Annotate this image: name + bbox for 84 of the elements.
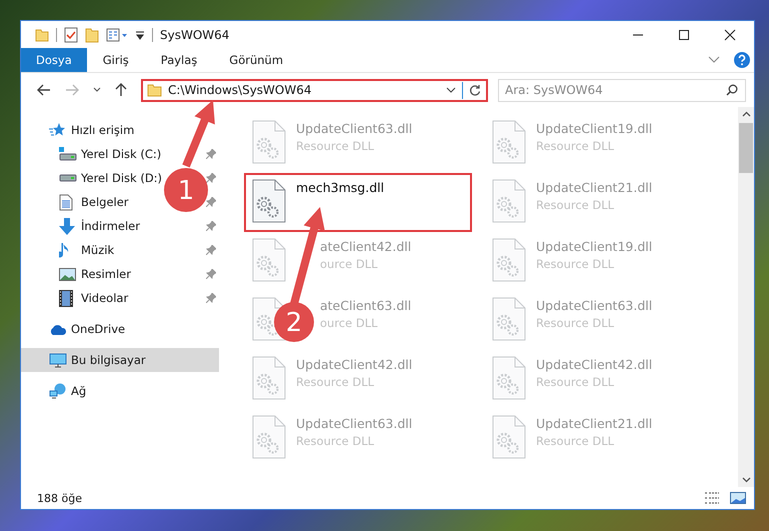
close-icon[interactable] — [724, 28, 736, 40]
file-type: Resource DLL — [536, 316, 616, 330]
monitor-icon — [49, 352, 67, 368]
pin-icon[interactable] — [206, 269, 216, 279]
scroll-up-caret-icon[interactable] — [742, 111, 750, 117]
file-type: Resource DLL — [296, 375, 376, 389]
recent-locations-caret-icon[interactable] — [93, 87, 101, 93]
ribbon-tab[interactable]: Görünüm — [213, 48, 300, 72]
dll-file-gears-icon — [252, 179, 286, 223]
folder-icon — [147, 84, 162, 96]
pin-icon[interactable] — [206, 293, 216, 303]
dll-file-gears-icon — [492, 297, 526, 341]
up-arrow-icon[interactable] — [115, 83, 127, 97]
file-item[interactable]: mech3msg.dll — [244, 173, 472, 232]
back-arrow-icon[interactable] — [37, 84, 51, 96]
dll-file-gears-icon — [252, 415, 286, 459]
dll-file-gears-icon — [252, 356, 286, 400]
dll-file-gears-icon — [492, 415, 526, 459]
ribbon-tab[interactable]: Giriş — [86, 48, 145, 72]
address-bar[interactable]: C:\Windows\SysWOW64 — [141, 78, 488, 102]
dll-file-gears-icon — [252, 120, 286, 164]
search-icon — [726, 84, 738, 96]
file-type: Resource DLL — [536, 198, 616, 212]
nav-item[interactable]: Resimler — [59, 262, 135, 286]
properties-dropdown-icon[interactable] — [106, 28, 128, 42]
music-note-icon — [59, 242, 71, 258]
pin-icon[interactable] — [206, 173, 216, 183]
callout-number: 2 — [286, 308, 302, 338]
film-strip-icon — [59, 290, 73, 306]
file-name[interactable]: mech3msg.dll — [296, 180, 384, 195]
document-icon — [59, 194, 73, 210]
nav-item[interactable]: İndirmeler — [59, 214, 144, 238]
refresh-icon[interactable] — [469, 84, 481, 96]
dll-file-gears-icon — [492, 120, 526, 164]
star-icon — [49, 122, 65, 138]
file-type: Resource DLL — [536, 257, 616, 271]
large-icons-view-icon[interactable] — [730, 492, 746, 504]
help-icon[interactable] — [734, 52, 750, 68]
window-title: SysWOW64 — [160, 28, 230, 42]
network-globe-icon — [49, 383, 67, 399]
address-dropdown-caret-icon[interactable] — [446, 87, 456, 93]
pin-icon[interactable] — [206, 197, 216, 207]
down-arrow-icon — [59, 218, 75, 234]
file-type: Resource DLL — [296, 434, 376, 448]
nav-item[interactable]: Ağ — [21, 379, 92, 403]
landscape-picture-icon — [59, 268, 76, 280]
dll-file-gears-icon — [252, 238, 286, 282]
address-path: C:\Windows\SysWOW64 — [168, 83, 312, 97]
pin-icon[interactable] — [206, 149, 216, 159]
scrollbar-thumb[interactable] — [739, 123, 753, 173]
drive-icon — [59, 174, 77, 182]
file-type: Resource DLL — [536, 375, 616, 389]
dll-file-gears-icon — [492, 356, 526, 400]
nav-item[interactable]: Videolar — [59, 286, 132, 310]
pin-icon[interactable] — [206, 245, 216, 255]
search-field[interactable]: Ara: SysWOW64 — [498, 78, 746, 102]
nav-item[interactable]: OneDrive — [21, 317, 132, 341]
nav-item[interactable]: Müzik — [59, 238, 118, 262]
nav-item[interactable]: Belgeler — [59, 190, 133, 214]
dll-file-gears-icon — [492, 179, 526, 223]
file-type: Resource DLL — [536, 139, 616, 153]
customize-toolbar-icon[interactable] — [135, 28, 145, 40]
ribbon-tab[interactable]: Dosya — [21, 48, 87, 72]
callout-number: 1 — [178, 176, 194, 206]
ribbon-tab[interactable]: Paylaş — [144, 48, 214, 72]
dll-file-gears-icon — [492, 238, 526, 282]
expand-ribbon-icon[interactable] — [708, 56, 720, 64]
pin-icon[interactable] — [206, 221, 216, 231]
nav-item[interactable]: Yerel Disk (C:) — [59, 142, 166, 166]
checklist-icon[interactable] — [64, 26, 78, 42]
drive-icon — [59, 147, 77, 161]
scroll-down-caret-icon[interactable] — [742, 477, 750, 483]
file-type: Resource DLL — [536, 434, 616, 448]
item-count: 188 öğe — [37, 492, 82, 504]
maximize-icon[interactable] — [678, 28, 690, 40]
cloud-icon — [49, 324, 67, 334]
details-view-icon[interactable] — [704, 492, 720, 504]
nav-item[interactable]: Bu bilgisayar — [21, 348, 219, 372]
file-type: ource DLL — [320, 316, 379, 330]
nav-item[interactable]: Hızlı erişim — [21, 118, 140, 142]
file-type: Resource DLL — [296, 139, 376, 153]
vertical-scrollbar[interactable] — [738, 107, 754, 487]
file-type: ource DLL — [320, 257, 379, 271]
nav-item[interactable]: Yerel Disk (D:) — [59, 166, 166, 190]
